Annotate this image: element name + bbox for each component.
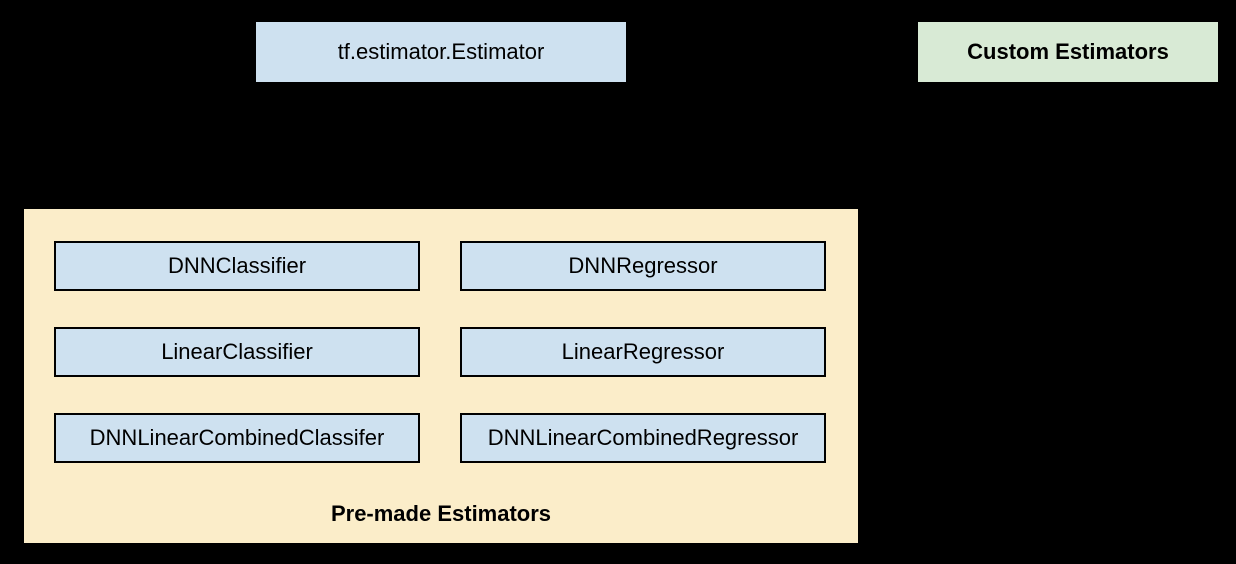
premade-item-dnnlinearcombinedregressor: DNNLinearCombinedRegressor bbox=[460, 413, 826, 463]
premade-item-linearclassifier: LinearClassifier bbox=[54, 327, 420, 377]
root-estimator-label: tf.estimator.Estimator bbox=[338, 39, 545, 65]
premade-item-label: DNNLinearCombinedClassifer bbox=[90, 425, 385, 451]
premade-title-text: Pre-made Estimators bbox=[331, 501, 551, 526]
premade-item-dnnclassifier: DNNClassifier bbox=[54, 241, 420, 291]
premade-item-dnnlinearcombinedclassifier: DNNLinearCombinedClassifer bbox=[54, 413, 420, 463]
premade-item-label: DNNClassifier bbox=[168, 253, 306, 279]
premade-estimators-container: DNNClassifier DNNRegressor LinearClassif… bbox=[22, 207, 860, 545]
premade-item-dnnregressor: DNNRegressor bbox=[460, 241, 826, 291]
premade-item-label: LinearClassifier bbox=[161, 339, 313, 365]
premade-estimators-title: Pre-made Estimators bbox=[24, 501, 858, 527]
premade-item-label: DNNLinearCombinedRegressor bbox=[488, 425, 799, 451]
premade-item-label: LinearRegressor bbox=[562, 339, 725, 365]
premade-item-label: DNNRegressor bbox=[568, 253, 717, 279]
custom-estimators-box: Custom Estimators bbox=[916, 20, 1220, 84]
root-estimator-box: tf.estimator.Estimator bbox=[254, 20, 628, 84]
custom-estimators-label: Custom Estimators bbox=[967, 39, 1169, 65]
premade-item-linearregressor: LinearRegressor bbox=[460, 327, 826, 377]
